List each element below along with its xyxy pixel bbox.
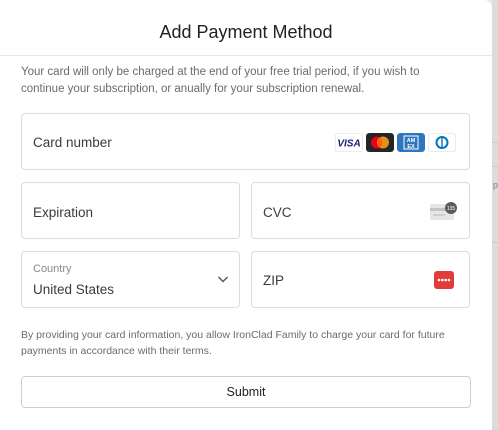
submit-button[interactable]: Submit (21, 376, 471, 408)
cvc-icon-digits: 135 (447, 206, 456, 212)
cvc-card-icon: 135 (430, 202, 457, 220)
payment-modal: Add Payment Method Your card will only b… (0, 0, 492, 430)
card-brands: VISA AM EX (335, 133, 456, 152)
amex-icon: AM EX (397, 133, 425, 152)
title-divider (0, 55, 492, 56)
diners-icon (428, 133, 456, 152)
chevron-down-icon (218, 276, 228, 283)
zip-field[interactable]: ZIP (251, 251, 470, 308)
country-select[interactable]: Country United States (21, 251, 240, 308)
country-value: United States (33, 282, 115, 297)
mastercard-icon (366, 133, 394, 152)
backdrop-divider (492, 166, 498, 167)
cvc-field[interactable]: CVC 135 (251, 182, 470, 239)
modal-title: Add Payment Method (159, 22, 333, 42)
backdrop (492, 0, 498, 430)
visa-icon: VISA (335, 133, 363, 152)
country-label: Country (33, 263, 72, 275)
svg-text:EX: EX (407, 144, 415, 150)
expiration-field[interactable]: Expiration (21, 182, 240, 239)
cvc-label: CVC (263, 205, 292, 220)
disclaimer-text: By providing your card information, you … (21, 329, 445, 357)
card-number-field[interactable]: Card number VISA AM EX (21, 113, 470, 170)
backdrop-text-fragment: p (493, 180, 498, 190)
backdrop-divider (492, 142, 498, 143)
card-number-label: Card number (33, 135, 112, 150)
intro-text: Your card will only be charged at the en… (21, 66, 420, 95)
zip-error-icon (434, 271, 454, 289)
backdrop-divider (492, 242, 498, 243)
expiration-label: Expiration (33, 205, 94, 220)
svg-text:VISA: VISA (337, 139, 360, 150)
zip-label: ZIP (263, 273, 285, 288)
